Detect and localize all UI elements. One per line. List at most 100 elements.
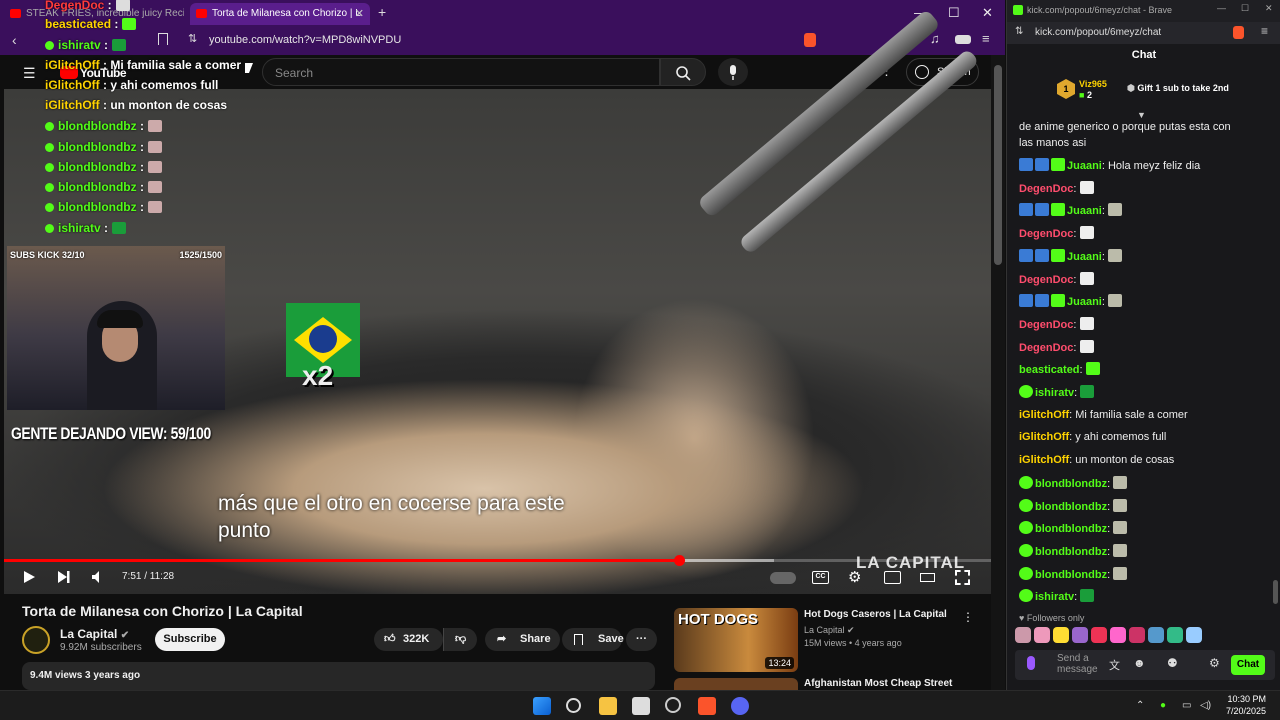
- clock-date[interactable]: 7/20/2025: [1218, 706, 1266, 716]
- emoji-icon[interactable]: ☻: [1133, 656, 1146, 670]
- microphone-icon[interactable]: [1027, 656, 1035, 670]
- chat-username[interactable]: Juaani: [1067, 160, 1102, 172]
- chat-username[interactable]: ishiratv: [1035, 591, 1074, 603]
- chat-message[interactable]: ishiratv:: [1019, 385, 1096, 400]
- autoplay-toggle[interactable]: [770, 572, 796, 584]
- fullscreen-icon[interactable]: [955, 570, 970, 585]
- search-input[interactable]: Search: [262, 58, 660, 86]
- maximize-icon[interactable]: ☐: [948, 5, 960, 21]
- recommended-title[interactable]: Afghanistan Most Cheap Street: [804, 678, 952, 689]
- chat-username[interactable]: blondblondbz: [1035, 523, 1107, 535]
- discord-icon[interactable]: [731, 697, 749, 715]
- pinned-collapse-icon[interactable]: ▼: [1137, 110, 1146, 120]
- chat-username[interactable]: blondblondbz: [1035, 478, 1107, 490]
- voice-search-button[interactable]: [718, 58, 748, 86]
- close-window-icon[interactable]: ✕: [1265, 3, 1273, 14]
- brave-shield-icon[interactable]: [804, 33, 816, 47]
- chat-message[interactable]: iGlitchOff: un monton de cosas: [1019, 453, 1174, 467]
- chat-username[interactable]: DegenDoc: [1019, 183, 1073, 195]
- chat-scrollbar[interactable]: [1273, 580, 1278, 604]
- share-button[interactable]: ➦ Share: [485, 628, 560, 651]
- gift-cta[interactable]: ⬢ Gift 1 sub to take 2nd: [1127, 83, 1229, 94]
- bookmark-icon[interactable]: [158, 33, 168, 45]
- chat-message[interactable]: DegenDoc:: [1019, 339, 1096, 355]
- chat-message[interactable]: iGlitchOff: y ahi comemos full: [1019, 430, 1166, 444]
- volume-icon[interactable]: [91, 570, 105, 584]
- channel-avatar[interactable]: [22, 626, 50, 654]
- chat-message[interactable]: beasticated:: [1019, 362, 1102, 377]
- chat-message[interactable]: blondblondbz:: [1019, 521, 1129, 536]
- theater-mode-icon[interactable]: [920, 573, 935, 582]
- chat-username[interactable]: beasticated: [1019, 364, 1080, 376]
- search-button[interactable]: [660, 58, 706, 86]
- clock-time[interactable]: 10:30 PM: [1226, 694, 1266, 704]
- next-icon[interactable]: [57, 570, 71, 584]
- chat-message[interactable]: DegenDoc:: [1019, 271, 1096, 287]
- chat-message[interactable]: blondblondbz:: [1019, 498, 1129, 514]
- emote-quick-icon[interactable]: [1015, 627, 1031, 643]
- chat-username[interactable]: blondblondbz: [1035, 569, 1107, 581]
- channel-name-text[interactable]: La Capital: [60, 627, 117, 641]
- channel-name[interactable]: La Capital ✔: [60, 627, 129, 641]
- scrollbar-thumb[interactable]: [994, 65, 1002, 265]
- chat-username[interactable]: DegenDoc: [1019, 274, 1073, 286]
- chat-message[interactable]: Juaani:: [1019, 294, 1124, 309]
- recommended-title[interactable]: Hot Dogs Caseros | La Capital: [804, 609, 954, 620]
- url-field[interactable]: kick.com/popout/6meyz/chat: [1035, 27, 1161, 38]
- like-button[interactable]: 👍︎ 322K: [374, 628, 443, 651]
- video-progress-bar[interactable]: [4, 555, 991, 566]
- chat-username[interactable]: Juaani: [1067, 205, 1102, 217]
- close-tab-icon[interactable]: ✕: [355, 3, 364, 25]
- tab-torta-milanesa[interactable]: Torta de Milanesa con Chorizo | L ✕: [190, 3, 370, 25]
- chat-message[interactable]: Juaani:: [1019, 248, 1124, 264]
- site-settings-icon[interactable]: ⇅: [188, 32, 197, 45]
- chat-message[interactable]: blondblondbz:: [1019, 543, 1129, 559]
- maximize-icon[interactable]: ☐: [1241, 3, 1249, 14]
- play-icon[interactable]: [22, 570, 36, 584]
- chat-message[interactable]: DegenDoc:: [1019, 180, 1096, 196]
- emote-quick-icon[interactable]: [1091, 627, 1107, 643]
- chat-message[interactable]: DegenDoc:: [1019, 316, 1096, 332]
- search-icon[interactable]: [566, 698, 581, 713]
- chat-settings-icon[interactable]: ⚙: [1209, 656, 1220, 670]
- app-icon[interactable]: [665, 697, 681, 713]
- site-settings-icon[interactable]: ⇅: [1015, 26, 1023, 37]
- chat-message[interactable]: de anime generico o porque putas esta co…: [1019, 120, 1231, 134]
- more-actions-button[interactable]: ···: [626, 628, 657, 651]
- emote-quick-icon[interactable]: [1186, 627, 1202, 643]
- chat-username[interactable]: iGlitchOff: [1019, 409, 1069, 421]
- brave-shield-icon[interactable]: [1233, 26, 1244, 39]
- tray-chevron-icon[interactable]: ⌃: [1136, 700, 1144, 711]
- back-icon[interactable]: ‹: [12, 32, 17, 48]
- brave-browser-icon[interactable]: [698, 697, 716, 715]
- emote-quick-icon[interactable]: [1129, 627, 1145, 643]
- chat-username[interactable]: ishiratv: [1035, 387, 1074, 399]
- menu-icon[interactable]: ≡: [982, 31, 990, 46]
- chat-username[interactable]: DegenDoc: [1019, 228, 1073, 240]
- emote-quick-icon[interactable]: [1167, 627, 1183, 643]
- start-menu-icon[interactable]: [533, 697, 551, 715]
- send-chat-button[interactable]: Chat: [1231, 655, 1265, 675]
- menu-icon[interactable]: ≡: [1261, 24, 1268, 38]
- chat-username[interactable]: Juaani: [1067, 296, 1102, 308]
- chat-username[interactable]: DegenDoc: [1019, 342, 1073, 354]
- minimize-icon[interactable]: —: [1217, 3, 1226, 13]
- dislike-button[interactable]: 👎︎: [443, 628, 477, 651]
- miniplayer-icon[interactable]: [884, 571, 901, 584]
- close-window-icon[interactable]: ✕: [982, 5, 993, 21]
- emote-quick-icon[interactable]: [1072, 627, 1088, 643]
- volume-icon[interactable]: ◁): [1200, 700, 1211, 711]
- chat-message[interactable]: Juaani: Hola meyz feliz dia: [1019, 158, 1200, 173]
- emote-quick-icon[interactable]: [1034, 627, 1050, 643]
- page-scrollbar[interactable]: [991, 55, 1005, 690]
- chat-message[interactable]: blondblondbz:: [1019, 475, 1129, 491]
- gift-leaderboard[interactable]: 1 Viz965 ■ 2 ⬢ Gift 1 sub to take 2nd: [1051, 78, 1251, 102]
- settings-gear-icon[interactable]: ⚙: [848, 568, 861, 586]
- chat-message[interactable]: blondblondbz:: [1019, 566, 1129, 582]
- emote-quick-icon[interactable]: [1148, 627, 1164, 643]
- recommended-thumbnail[interactable]: HOT DOGS 13:24: [674, 608, 798, 672]
- tray-mic-icon[interactable]: ●: [1160, 700, 1166, 711]
- chat-username[interactable]: blondblondbz: [1035, 501, 1107, 513]
- new-tab-icon[interactable]: +: [378, 4, 386, 20]
- url-field[interactable]: youtube.com/watch?v=MPD8wiNVPDU: [209, 34, 401, 46]
